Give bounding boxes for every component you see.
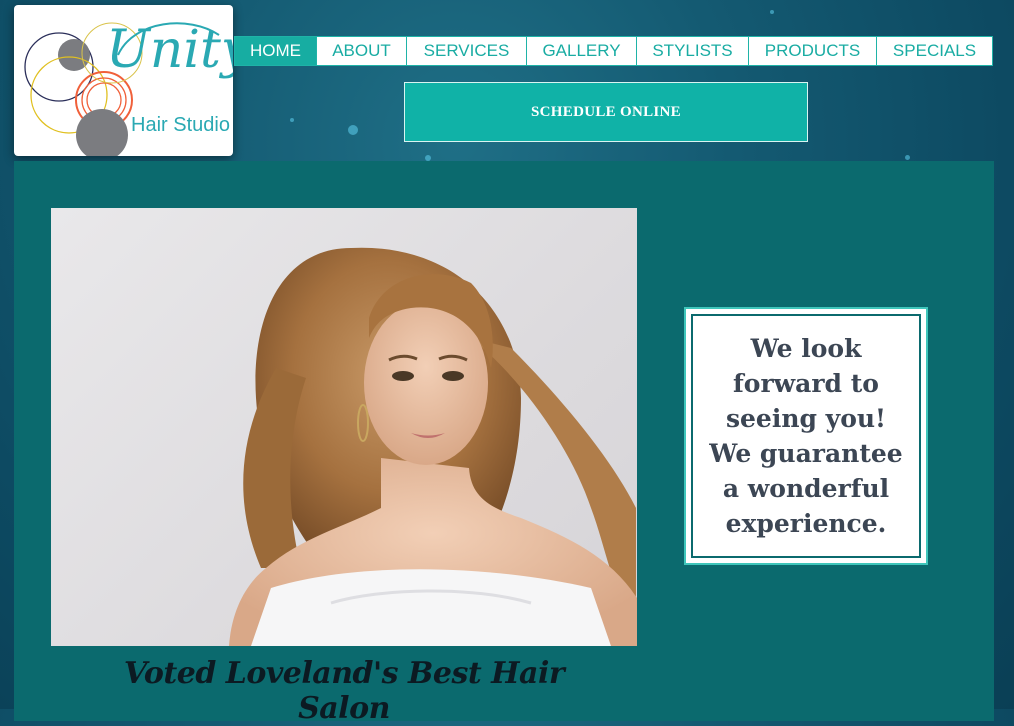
nav-item-specials[interactable]: SPECIALS xyxy=(877,37,992,65)
logo-subtitle: Hair Studio xyxy=(131,114,230,136)
schedule-online-button[interactable]: SCHEDULE ONLINE xyxy=(404,82,808,142)
nav-item-gallery[interactable]: GALLERY xyxy=(527,37,637,65)
logo-wordmark: Unity xyxy=(106,20,233,80)
unity-logo-mark: Unity Hair Studio xyxy=(24,20,233,156)
welcome-message-text: We look forward to seeing you! We guaran… xyxy=(709,334,903,538)
nav-item-about[interactable]: ABOUT xyxy=(317,37,407,65)
model-portrait-image xyxy=(229,247,637,646)
background-bokeh xyxy=(905,155,910,160)
nav-item-home[interactable]: HOME xyxy=(235,37,317,65)
nav-item-products[interactable]: PRODUCTS xyxy=(749,37,877,65)
main-nav: HOME ABOUT SERVICES GALLERY STYLISTS PRO… xyxy=(234,36,993,66)
award-caption: Voted Loveland's Best Hair Salon xyxy=(123,656,565,726)
background-bokeh xyxy=(348,125,358,135)
welcome-message-frame: We look forward to seeing you! We guaran… xyxy=(691,314,921,558)
logo[interactable]: Unity Hair Studio xyxy=(14,5,233,156)
nav-item-stylists[interactable]: STYLISTS xyxy=(637,37,749,65)
hero-photo xyxy=(51,208,637,646)
nav-item-services[interactable]: SERVICES xyxy=(407,37,527,65)
background-bokeh xyxy=(770,10,774,14)
welcome-message-box: We look forward to seeing you! We guaran… xyxy=(684,307,928,565)
main-content: Voted Loveland's Best Hair Salon We look… xyxy=(14,161,994,726)
background-bokeh xyxy=(290,118,294,122)
